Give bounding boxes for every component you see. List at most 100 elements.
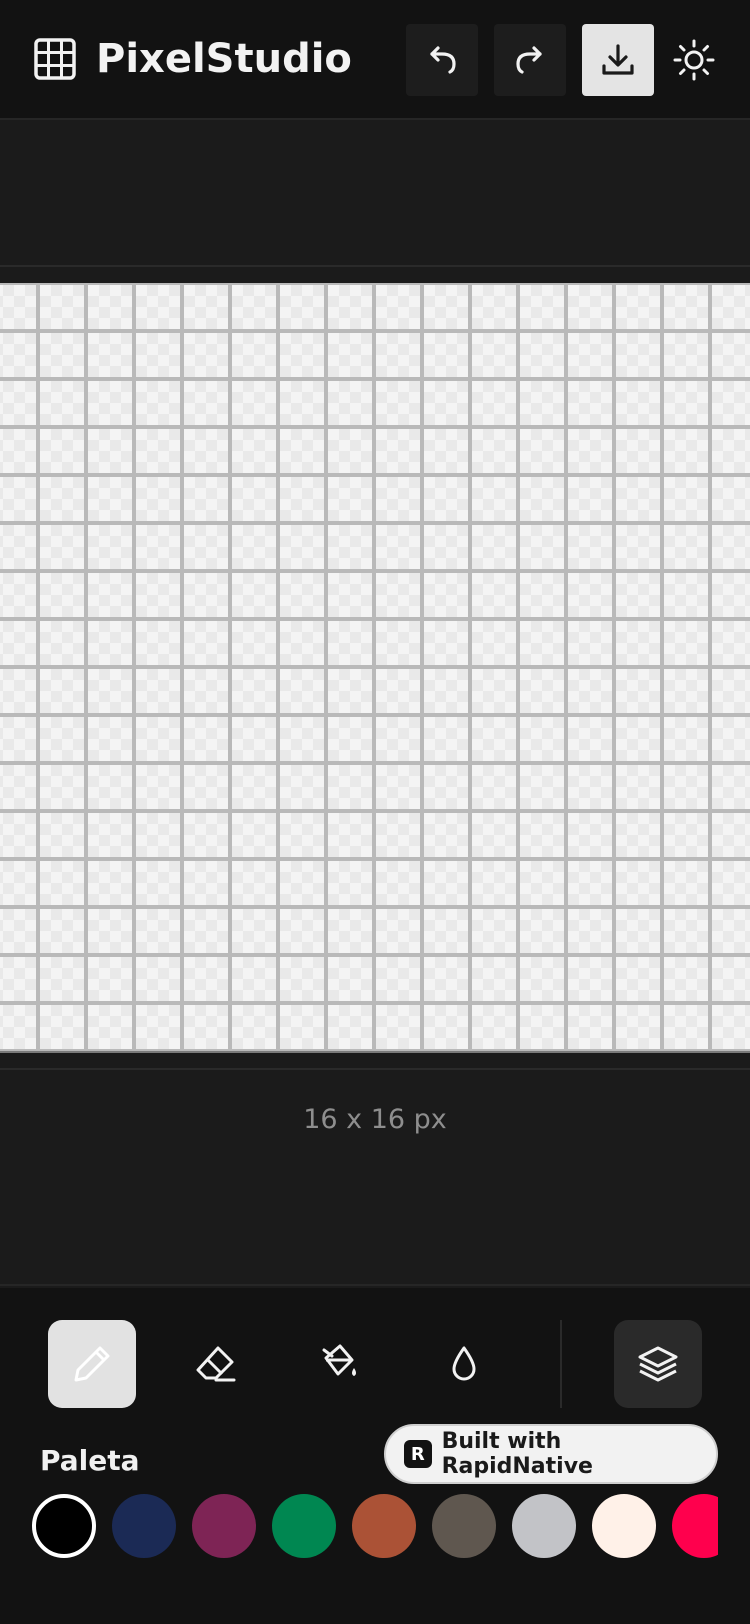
- pixel-cell[interactable]: [136, 429, 180, 473]
- pixel-cell[interactable]: [328, 1005, 372, 1049]
- pixel-cell[interactable]: [232, 909, 276, 953]
- pixel-cell[interactable]: [424, 669, 468, 713]
- pixel-cell[interactable]: [280, 813, 324, 857]
- pixel-cell[interactable]: [328, 525, 372, 569]
- pixel-cell[interactable]: [280, 573, 324, 617]
- pixel-cell[interactable]: [472, 813, 516, 857]
- pixel-cell[interactable]: [184, 669, 228, 713]
- pixel-cell[interactable]: [712, 429, 750, 473]
- pixel-cell[interactable]: [136, 381, 180, 425]
- pixel-cell[interactable]: [328, 429, 372, 473]
- pixel-cell[interactable]: [664, 909, 708, 953]
- pixel-cell[interactable]: [568, 669, 612, 713]
- pixel-cell[interactable]: [520, 333, 564, 377]
- pixel-cell[interactable]: [184, 573, 228, 617]
- fill-tool-button[interactable]: [296, 1320, 384, 1408]
- pixel-cell[interactable]: [616, 573, 660, 617]
- pixel-cell[interactable]: [568, 1005, 612, 1049]
- pixel-cell[interactable]: [712, 525, 750, 569]
- pixel-cell[interactable]: [184, 621, 228, 665]
- color-swatch[interactable]: [112, 1494, 176, 1558]
- pixel-cell[interactable]: [88, 381, 132, 425]
- pixel-cell[interactable]: [376, 573, 420, 617]
- pencil-tool-button[interactable]: [48, 1320, 136, 1408]
- pixel-cell[interactable]: [40, 285, 84, 329]
- pixel-cell[interactable]: [280, 621, 324, 665]
- pixel-cell[interactable]: [232, 957, 276, 1001]
- pixel-cell[interactable]: [376, 285, 420, 329]
- pixel-cell[interactable]: [664, 381, 708, 425]
- pixel-cell[interactable]: [232, 429, 276, 473]
- pixel-cell[interactable]: [424, 573, 468, 617]
- color-swatch[interactable]: [192, 1494, 256, 1558]
- pixel-cell[interactable]: [376, 717, 420, 761]
- pixel-cell[interactable]: [232, 381, 276, 425]
- pixel-cell[interactable]: [184, 381, 228, 425]
- pixel-cell[interactable]: [0, 765, 36, 809]
- pixel-cell[interactable]: [232, 717, 276, 761]
- pixel-cell[interactable]: [136, 285, 180, 329]
- pixel-cell[interactable]: [40, 621, 84, 665]
- pixel-cell[interactable]: [616, 381, 660, 425]
- pixel-cell[interactable]: [40, 1005, 84, 1049]
- pixel-cell[interactable]: [280, 477, 324, 521]
- pixel-cell[interactable]: [472, 333, 516, 377]
- pixel-cell[interactable]: [664, 957, 708, 1001]
- color-swatch[interactable]: [272, 1494, 336, 1558]
- pixel-cell[interactable]: [472, 381, 516, 425]
- pixel-cell[interactable]: [472, 1005, 516, 1049]
- pixel-cell[interactable]: [568, 909, 612, 953]
- pixel-cell[interactable]: [664, 669, 708, 713]
- pixel-canvas[interactable]: [0, 283, 750, 1053]
- pixel-cell[interactable]: [520, 765, 564, 809]
- pixel-cell[interactable]: [616, 525, 660, 569]
- pixel-cell[interactable]: [88, 909, 132, 953]
- pixel-cell[interactable]: [184, 525, 228, 569]
- pixel-cell[interactable]: [88, 333, 132, 377]
- pixel-cell[interactable]: [664, 285, 708, 329]
- pixel-cell[interactable]: [472, 285, 516, 329]
- pixel-cell[interactable]: [424, 957, 468, 1001]
- pixel-cell[interactable]: [328, 285, 372, 329]
- pixel-cell[interactable]: [40, 333, 84, 377]
- eraser-tool-button[interactable]: [172, 1320, 260, 1408]
- pixel-cell[interactable]: [184, 717, 228, 761]
- pixel-cell[interactable]: [376, 429, 420, 473]
- pixel-cell[interactable]: [424, 333, 468, 377]
- pixel-cell[interactable]: [0, 669, 36, 713]
- pixel-cell[interactable]: [520, 909, 564, 953]
- pixel-cell[interactable]: [88, 429, 132, 473]
- pixel-cell[interactable]: [40, 669, 84, 713]
- pixel-cell[interactable]: [712, 573, 750, 617]
- pixel-cell[interactable]: [328, 573, 372, 617]
- pixel-cell[interactable]: [712, 861, 750, 905]
- pixel-cell[interactable]: [136, 621, 180, 665]
- pixel-cell[interactable]: [376, 765, 420, 809]
- pixel-cell[interactable]: [712, 621, 750, 665]
- pixel-cell[interactable]: [136, 717, 180, 761]
- pixel-cell[interactable]: [664, 429, 708, 473]
- pixel-cell[interactable]: [232, 1005, 276, 1049]
- pixel-cell[interactable]: [88, 525, 132, 569]
- pixel-cell[interactable]: [568, 381, 612, 425]
- pixel-cell[interactable]: [280, 957, 324, 1001]
- pixel-cell[interactable]: [0, 717, 36, 761]
- pixel-cell[interactable]: [376, 381, 420, 425]
- pixel-cell[interactable]: [472, 429, 516, 473]
- pixel-cell[interactable]: [184, 285, 228, 329]
- pixel-cell[interactable]: [328, 381, 372, 425]
- redo-button[interactable]: [494, 24, 566, 96]
- pixel-cell[interactable]: [424, 765, 468, 809]
- pixel-cell[interactable]: [184, 477, 228, 521]
- pixel-cell[interactable]: [472, 861, 516, 905]
- pixel-cell[interactable]: [40, 477, 84, 521]
- pixel-cell[interactable]: [184, 333, 228, 377]
- pixel-cell[interactable]: [616, 765, 660, 809]
- pixel-cell[interactable]: [664, 477, 708, 521]
- export-button[interactable]: [582, 24, 654, 96]
- pixel-cell[interactable]: [424, 285, 468, 329]
- pixel-cell[interactable]: [232, 525, 276, 569]
- pixel-cell[interactable]: [472, 477, 516, 521]
- pixel-cell[interactable]: [88, 1005, 132, 1049]
- pixel-cell[interactable]: [136, 573, 180, 617]
